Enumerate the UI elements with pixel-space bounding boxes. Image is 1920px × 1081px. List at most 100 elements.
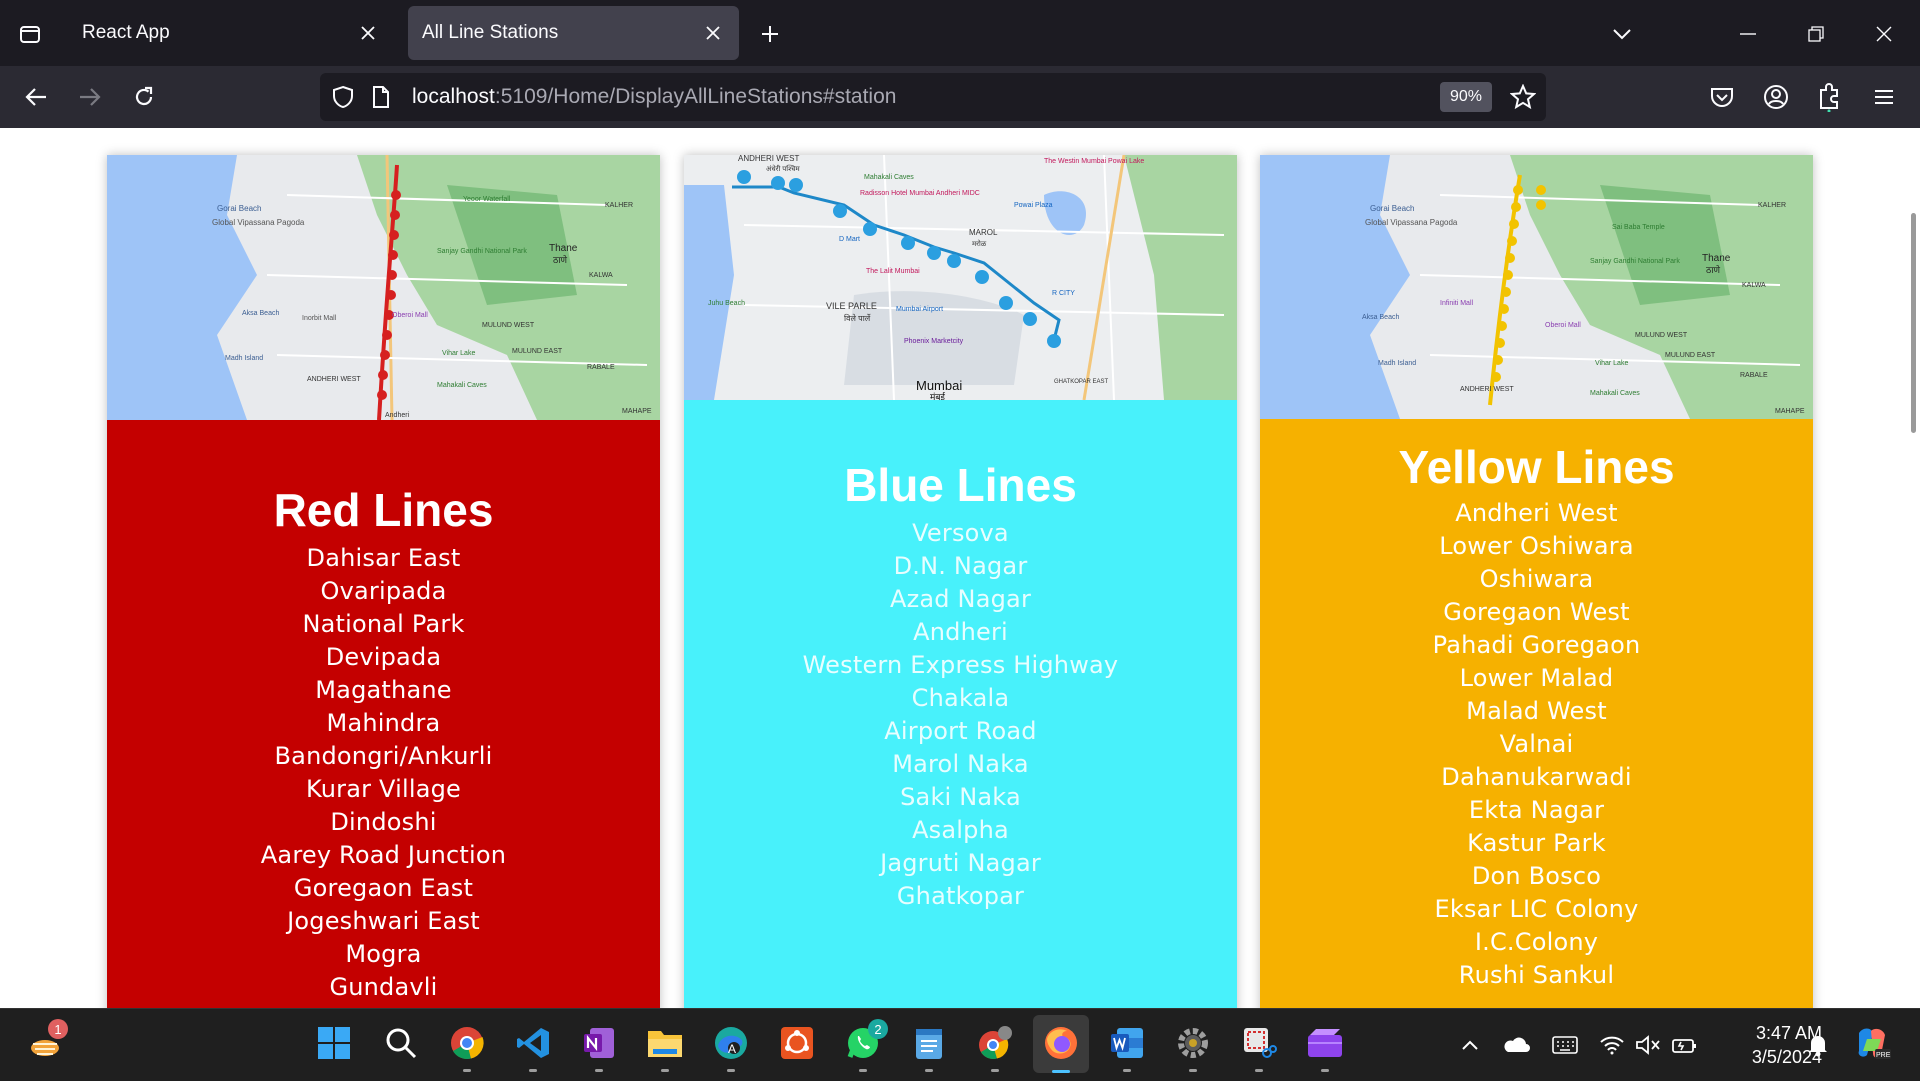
map-label: Radisson Hotel Mumbai Andheri MIDC <box>860 190 980 197</box>
map-label: The Lalit Mumbai <box>866 268 920 275</box>
station-item: Versova <box>912 519 1009 547</box>
minimize-icon[interactable] <box>1730 16 1766 52</box>
station-item: Malad West <box>1466 697 1607 725</box>
search-icon[interactable] <box>381 1023 421 1063</box>
map-label: D Mart <box>839 236 860 243</box>
station-item: Kastur Park <box>1467 829 1606 857</box>
url-host: localhost <box>412 85 495 108</box>
keyboard-icon[interactable] <box>1551 1031 1579 1059</box>
svg-text:A: A <box>728 1042 736 1056</box>
close-tab-icon[interactable] <box>352 17 384 49</box>
account-icon[interactable] <box>1758 79 1794 115</box>
page-content: Gorai Beach Global Vipassana Pagoda KALH… <box>0 128 1920 1008</box>
address-bar[interactable]: localhost:5109/Home/DisplayAllLineStatio… <box>320 73 1546 121</box>
copilot-icon[interactable]: PRE <box>1852 1023 1892 1063</box>
map-label: MAHAPE <box>1775 408 1805 415</box>
pocket-icon[interactable] <box>1704 79 1740 115</box>
chrome-icon[interactable] <box>447 1023 487 1063</box>
map-label: Thane <box>1702 253 1731 264</box>
settings-icon[interactable] <box>1173 1023 1213 1063</box>
running-indicator <box>529 1069 537 1072</box>
word-icon[interactable] <box>1107 1023 1147 1063</box>
onedrive-icon[interactable] <box>1502 1031 1530 1059</box>
station-item: Saki Naka <box>900 783 1021 811</box>
chevron-down-icon[interactable] <box>1604 16 1640 52</box>
yellow-line-card: Gorai Beach Global Vipassana Pagoda KALH… <box>1260 155 1813 1008</box>
battery-icon[interactable] <box>1670 1031 1698 1059</box>
url-text[interactable]: localhost:5109/Home/DisplayAllLineStatio… <box>412 85 896 109</box>
notepad-icon[interactable] <box>909 1023 949 1063</box>
map-label: मुंबई <box>930 391 946 400</box>
show-hidden-icons-icon[interactable] <box>1456 1031 1484 1059</box>
map-label: MULUND WEST <box>482 322 535 329</box>
back-icon[interactable] <box>18 79 54 115</box>
yellow-station-list: Andheri West Lower Oshiwara Oshiwara Gor… <box>1260 497 1813 992</box>
close-tab-icon[interactable] <box>697 17 729 49</box>
new-tab-icon[interactable] <box>754 18 786 50</box>
forward-icon[interactable] <box>72 79 108 115</box>
map-label: Aksa Beach <box>1362 314 1399 321</box>
map-label: Thane <box>549 243 578 254</box>
blue-line-map[interactable]: ANDHERI WEST अंधेरी पश्चिम The Westin Mu… <box>684 155 1237 400</box>
zoom-level[interactable]: 90% <box>1440 82 1492 112</box>
office-icon[interactable] <box>777 1023 817 1063</box>
volume-muted-icon[interactable] <box>1634 1031 1662 1059</box>
map-label: Oberoi Mall <box>392 312 428 319</box>
station-item: Valnai <box>1499 730 1574 758</box>
notification-bell-icon[interactable] <box>1804 1031 1832 1059</box>
map-label: KALHER <box>605 202 633 209</box>
map-label: MAHAPE <box>622 408 652 415</box>
clipchamp-icon[interactable] <box>1305 1023 1345 1063</box>
station-item: Don Bosco <box>1471 862 1602 890</box>
running-indicator <box>661 1069 669 1072</box>
blue-station-list: Versova D.N. Nagar Azad Nagar Andheri We… <box>684 517 1237 913</box>
page-info-icon[interactable] <box>372 85 390 114</box>
edge-icon[interactable]: A <box>711 1023 751 1063</box>
tab-all-line-stations[interactable]: All Line Stations <box>408 6 739 60</box>
chrome-profile-icon[interactable] <box>975 1023 1015 1063</box>
station-item: Ovaripada <box>320 577 447 605</box>
station-item: Goregaon East <box>293 874 474 902</box>
station-item: Andheri West <box>1455 499 1618 527</box>
map-label: ठाणे <box>1706 264 1721 275</box>
menu-icon[interactable] <box>1866 79 1902 115</box>
map-label: Oberoi Mall <box>1545 322 1581 329</box>
station-item: Magathane <box>315 676 452 704</box>
active-indicator <box>1052 1070 1070 1073</box>
restore-icon[interactable] <box>1798 16 1834 52</box>
station-item: Aarey Road Junction <box>260 841 507 869</box>
map-label: Phoenix Marketcity <box>904 338 964 345</box>
map-label: Global Vipassana Pagoda <box>1365 218 1458 227</box>
station-item: Azad Nagar <box>889 585 1032 613</box>
tab-react-app[interactable]: React App <box>68 6 394 60</box>
wifi-icon[interactable] <box>1598 1031 1626 1059</box>
running-indicator <box>1255 1069 1263 1072</box>
blue-line-card: ANDHERI WEST अंधेरी पश्चिम The Westin Mu… <box>684 155 1237 1008</box>
onenote-icon[interactable] <box>579 1023 619 1063</box>
red-line-map[interactable]: Gorai Beach Global Vipassana Pagoda KALH… <box>107 155 660 420</box>
map-label: Sanjay Gandhi National Park <box>1590 258 1680 265</box>
reload-icon[interactable] <box>126 79 162 115</box>
page-scrollbar[interactable] <box>1906 128 1920 1008</box>
url-path: :5109/Home/DisplayAllLineStations#statio… <box>494 85 897 108</box>
station-item: Dahanukarwadi <box>1441 763 1632 791</box>
file-explorer-icon[interactable] <box>645 1023 685 1063</box>
shield-icon[interactable] <box>332 85 354 114</box>
station-item: D.N. Nagar <box>893 552 1028 580</box>
close-window-icon[interactable] <box>1866 16 1902 52</box>
scrollbar-thumb[interactable] <box>1911 213 1916 433</box>
bookmark-star-icon[interactable] <box>1509 83 1537 115</box>
station-item: Andheri <box>913 618 1008 646</box>
snipping-tool-icon[interactable] <box>1239 1023 1279 1063</box>
station-item: Oshiwara <box>1479 565 1594 593</box>
extensions-icon[interactable] <box>1812 79 1848 115</box>
station-item: Jagruti Nagar <box>880 849 1041 877</box>
yellow-line-map[interactable]: Gorai Beach Global Vipassana Pagoda KALH… <box>1260 155 1813 419</box>
map-label: RABALE <box>1740 372 1768 379</box>
firefox-icon[interactable] <box>1041 1023 1081 1063</box>
vscode-icon[interactable] <box>513 1023 553 1063</box>
start-icon[interactable] <box>314 1023 354 1063</box>
tab-list-icon[interactable] <box>14 18 46 50</box>
station-item: Marol Naka <box>892 750 1029 778</box>
map-label: Powai Plaza <box>1014 202 1053 209</box>
